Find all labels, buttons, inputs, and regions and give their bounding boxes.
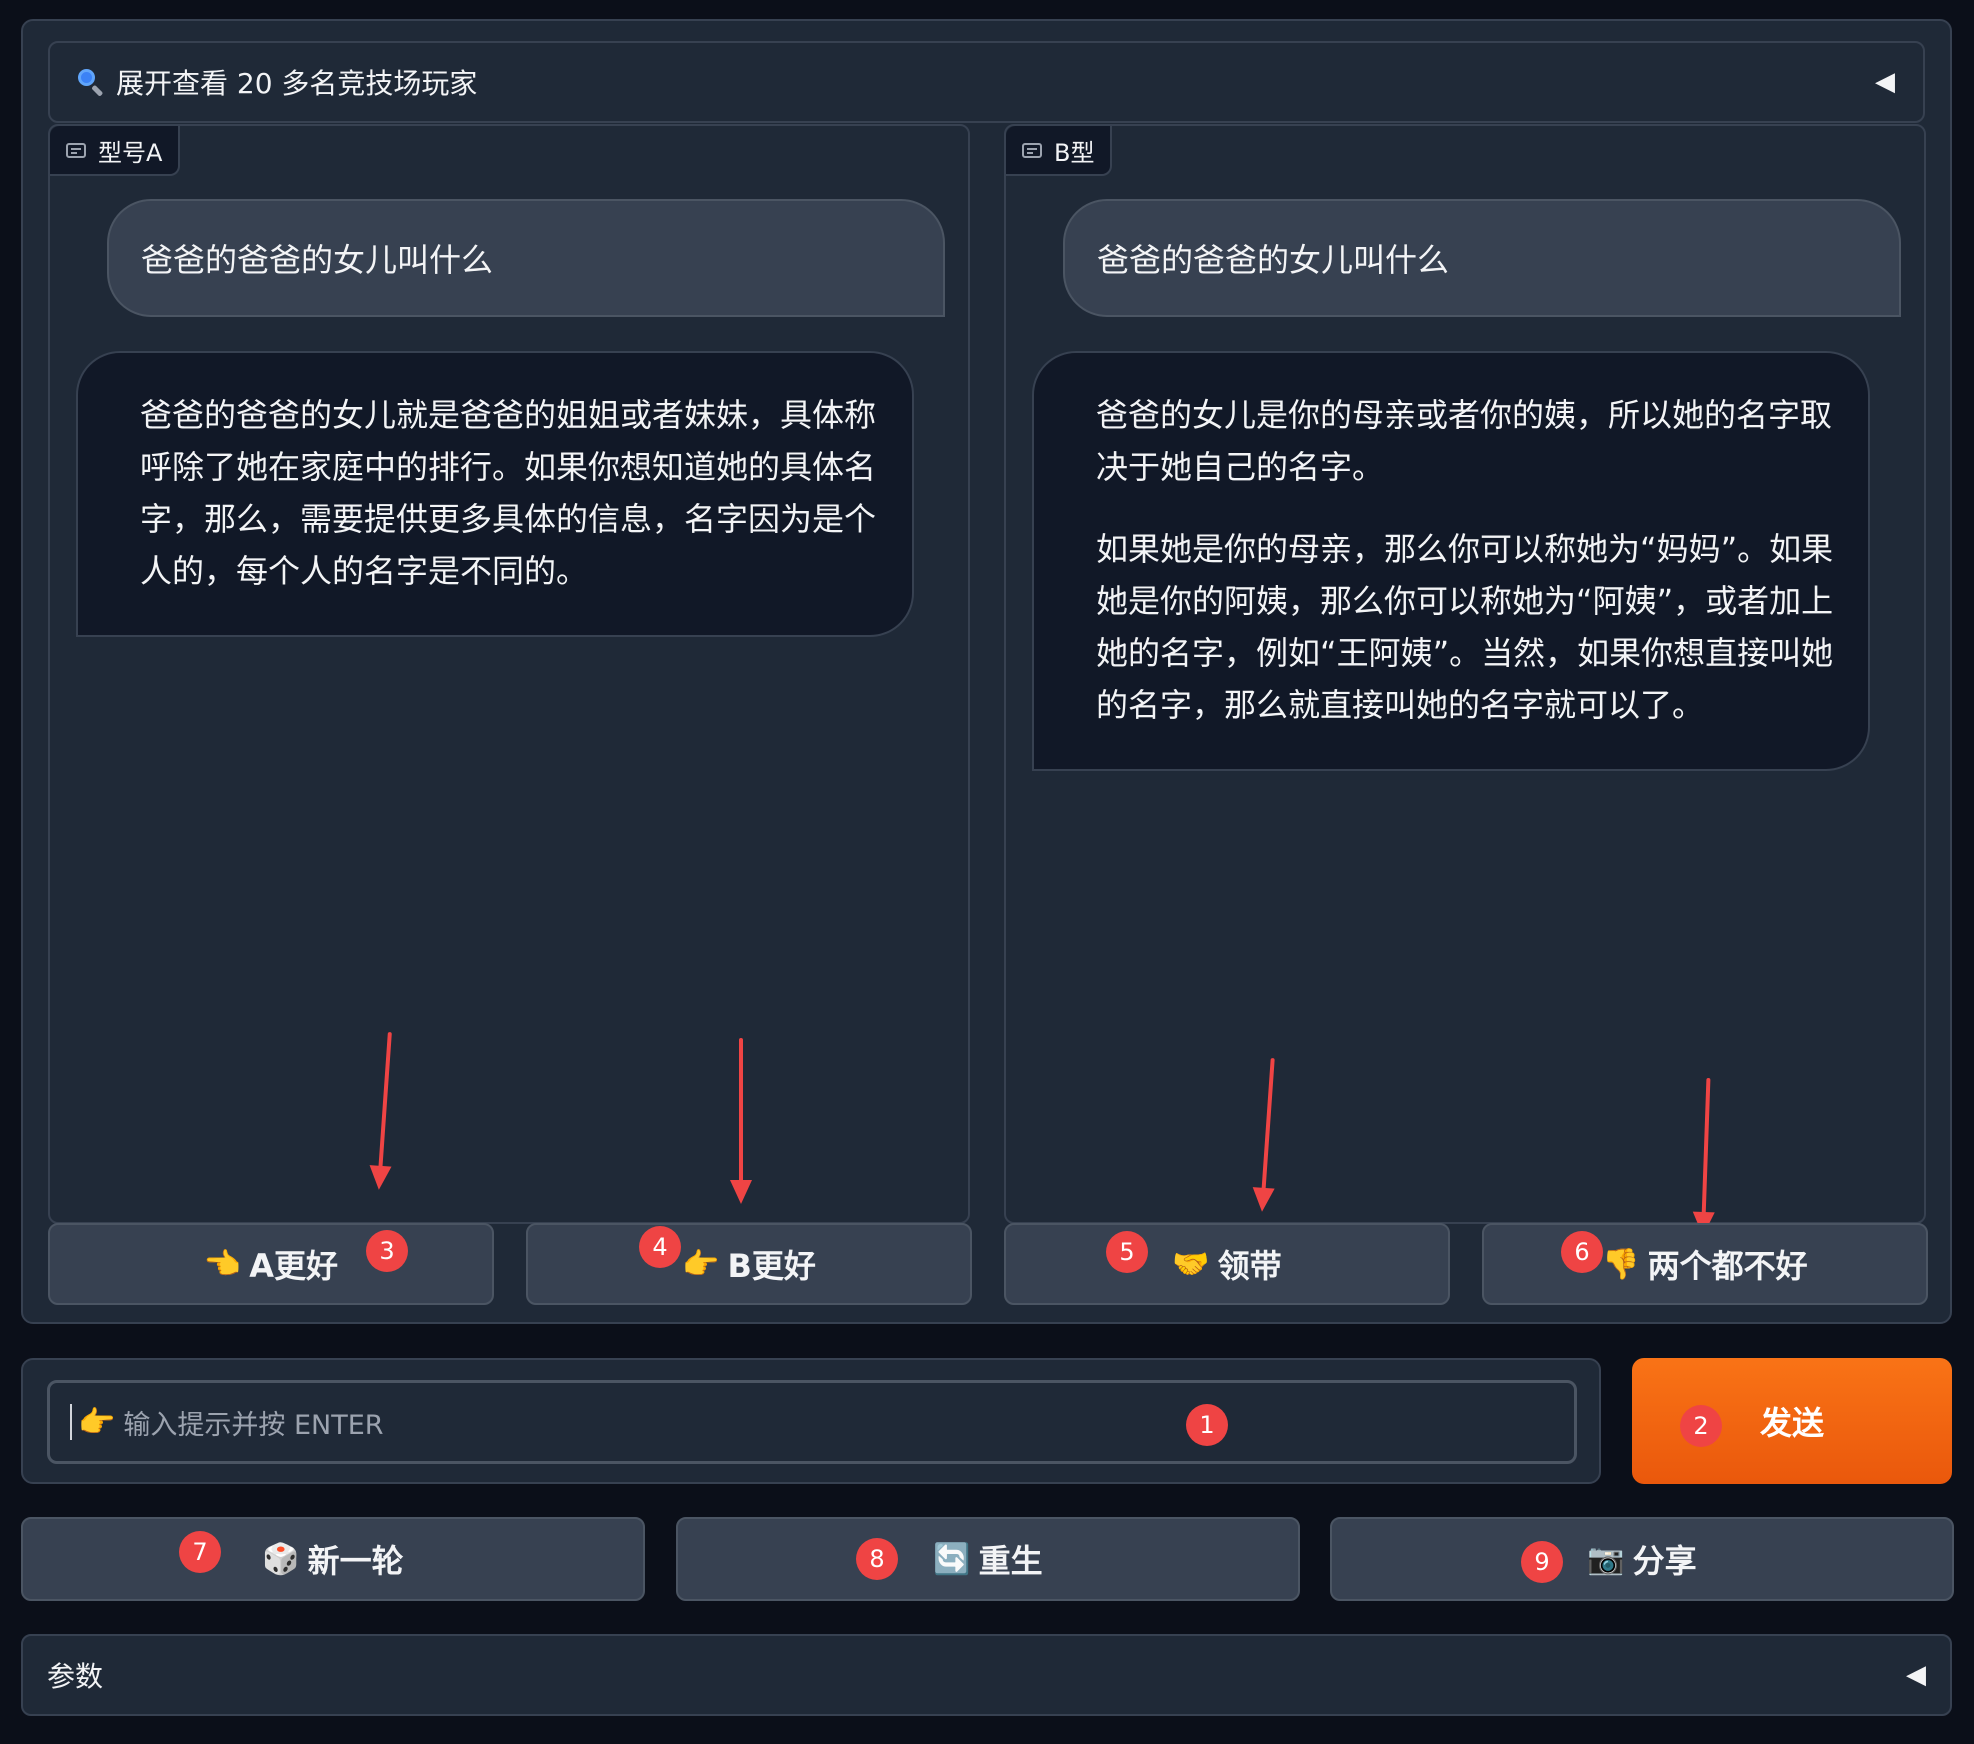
b-better-button[interactable]: 👉 B更好 bbox=[526, 1223, 972, 1305]
bot-message-b-paragraph: 如果她是你的母亲，那么你可以称她为“妈妈”。如果她是你的阿姨，那么你可以称她为“… bbox=[1096, 530, 1834, 724]
chatbot-panel-a: 型号A 爸爸的爸爸的女儿叫什么 爸爸的爸爸的女儿就是爸爸的姐姐或者妹妹，具体称呼… bbox=[48, 124, 970, 1224]
chat-icon bbox=[1022, 142, 1042, 158]
annotation-badge-5: 5 bbox=[1106, 1231, 1148, 1273]
b-better-label: B更好 bbox=[727, 1247, 816, 1285]
bot-message-b: 爸爸的女儿是你的母亲或者你的姨，所以她的名字取决于她自己的名字。 如果她是你的母… bbox=[1032, 351, 1870, 771]
bot-message-a-paragraph: 爸爸的爸爸的女儿就是爸爸的姐姐或者妹妹，具体称呼除了她在家庭中的排行。如果你想知… bbox=[140, 396, 877, 590]
magnifier-icon bbox=[78, 69, 104, 97]
share-button[interactable]: 📷 分享 bbox=[1330, 1517, 1954, 1601]
tie-label: 领带 bbox=[1217, 1247, 1282, 1285]
user-message-b: 爸爸的爸爸的女儿叫什么 bbox=[1063, 199, 1901, 317]
handshake-icon: 🤝 bbox=[1172, 1246, 1210, 1282]
panel-a-label-text: 型号A bbox=[98, 138, 163, 167]
chatbot-panel-b: B型 爸爸的爸爸的女儿叫什么 爸爸的女儿是你的母亲或者你的姨，所以她的名字取决于… bbox=[1004, 124, 1926, 1224]
prompt-input-container: 👉 输入提示并按 ENTER bbox=[21, 1358, 1601, 1484]
annotation-badge-9: 9 bbox=[1521, 1541, 1563, 1583]
share-label: 分享 bbox=[1632, 1542, 1697, 1580]
thumbs-down-icon: 👎 bbox=[1602, 1246, 1640, 1282]
text-cursor bbox=[70, 1404, 72, 1440]
annotation-badge-2: 2 bbox=[1680, 1405, 1722, 1447]
send-label: 发送 bbox=[1759, 1404, 1824, 1442]
regenerate-button[interactable]: 🔄 重生 bbox=[676, 1517, 1300, 1601]
a-better-button[interactable]: 👈 A更好 bbox=[48, 1223, 494, 1305]
parameters-accordion[interactable]: 参数 ◀ bbox=[21, 1634, 1952, 1716]
accordion-label: 展开查看 20 多名竞技场玩家 bbox=[116, 67, 478, 100]
panel-a-label: 型号A bbox=[50, 126, 181, 176]
annotation-badge-3: 3 bbox=[366, 1230, 408, 1272]
refresh-icon: 🔄 bbox=[933, 1541, 971, 1577]
annotation-badge-8: 8 bbox=[856, 1538, 898, 1580]
pointing-right-icon: 👉 bbox=[78, 1404, 116, 1440]
annotation-badge-7: 7 bbox=[179, 1531, 221, 1573]
arena-players-accordion[interactable]: 展开查看 20 多名竞技场玩家 ◀ bbox=[48, 41, 1925, 123]
annotation-badge-6: 6 bbox=[1561, 1231, 1603, 1273]
new-round-button[interactable]: 🎲 新一轮 bbox=[21, 1517, 645, 1601]
a-better-label: A更好 bbox=[249, 1247, 339, 1285]
both-bad-button[interactable]: 👎 两个都不好 bbox=[1482, 1223, 1928, 1305]
both-bad-label: 两个都不好 bbox=[1647, 1247, 1808, 1285]
panel-b-label-text: B型 bbox=[1054, 138, 1095, 167]
chat-icon bbox=[66, 142, 86, 158]
annotation-badge-4: 4 bbox=[639, 1226, 681, 1268]
pointing-left-icon: 👈 bbox=[203, 1246, 242, 1282]
pointing-right-icon: 👉 bbox=[682, 1246, 720, 1282]
prompt-placeholder: 输入提示并按 ENTER bbox=[123, 1409, 384, 1441]
collapse-caret-icon[interactable]: ◀ bbox=[1875, 67, 1895, 97]
camera-icon: 📷 bbox=[1587, 1541, 1625, 1577]
user-message-a-text: 爸爸的爸爸的女儿叫什么 bbox=[141, 241, 494, 279]
annotation-badge-1: 1 bbox=[1186, 1404, 1228, 1446]
prompt-input[interactable]: 👉 输入提示并按 ENTER bbox=[47, 1380, 1577, 1464]
tie-button[interactable]: 🤝 领带 bbox=[1004, 1223, 1450, 1305]
parameters-label: 参数 bbox=[47, 1660, 104, 1693]
bot-message-b-paragraph: 爸爸的女儿是你的母亲或者你的姨，所以她的名字取决于她自己的名字。 bbox=[1096, 396, 1833, 486]
user-message-b-text: 爸爸的爸爸的女儿叫什么 bbox=[1097, 241, 1450, 279]
collapse-caret-icon[interactable]: ◀ bbox=[1906, 1660, 1926, 1690]
panel-b-label: B型 bbox=[1006, 126, 1113, 176]
regenerate-label: 重生 bbox=[978, 1542, 1043, 1580]
user-message-a: 爸爸的爸爸的女儿叫什么 bbox=[107, 199, 945, 317]
new-round-label: 新一轮 bbox=[307, 1542, 404, 1580]
dice-icon: 🎲 bbox=[262, 1541, 300, 1577]
annotation-arrow bbox=[730, 1038, 752, 1204]
bot-message-a: 爸爸的爸爸的女儿就是爸爸的姐姐或者妹妹，具体称呼除了她在家庭中的排行。如果你想知… bbox=[76, 351, 914, 637]
